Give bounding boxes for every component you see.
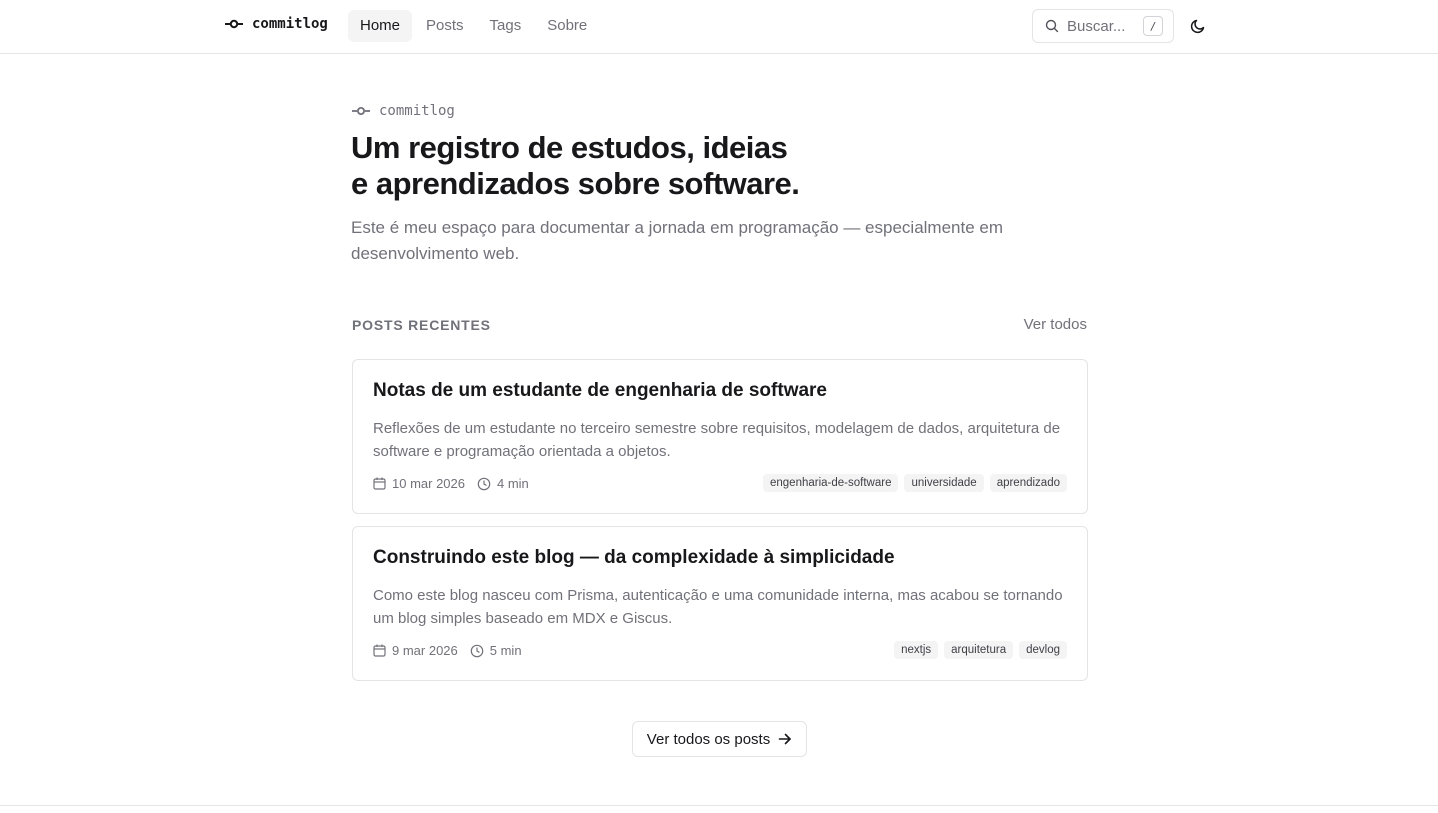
post-description: Como este blog nasceu com Prisma, autent… bbox=[373, 587, 1063, 627]
nav-sobre[interactable]: Sobre bbox=[535, 10, 599, 42]
post-date: 9 mar 2026 bbox=[373, 643, 458, 658]
post-read-time: 5 min bbox=[470, 643, 522, 658]
post-meta: 9 mar 2026 5 min bbox=[373, 643, 534, 658]
see-all-link[interactable]: Ver todos bbox=[1024, 316, 1087, 333]
hero-tag-label: commitlog bbox=[379, 103, 455, 119]
page-title-line-2: e aprendizados sobre software. bbox=[351, 166, 800, 201]
page-subtitle: Este é meu espaço para documentar a jorn… bbox=[351, 218, 1004, 263]
calendar-icon bbox=[373, 477, 386, 490]
post-description: Reflexões de um estudante no terceiro se… bbox=[373, 420, 1061, 460]
nav-home[interactable]: Home bbox=[348, 10, 413, 42]
search-shortcut-key: / bbox=[1143, 16, 1163, 36]
tag-chip[interactable]: engenharia-de-software bbox=[763, 474, 899, 492]
theme-toggle-button[interactable] bbox=[1186, 14, 1210, 38]
hero-tag: commitlog bbox=[352, 103, 455, 119]
moon-icon bbox=[1190, 19, 1205, 34]
brand-name: commitlog bbox=[252, 16, 328, 32]
git-commit-icon bbox=[352, 107, 370, 115]
post-tags: engenharia-de-software universidade apre… bbox=[763, 474, 1067, 492]
post-read-time-text: 5 min bbox=[489, 643, 522, 658]
post-tags: nextjs arquitetura devlog bbox=[894, 641, 1067, 659]
git-commit-icon bbox=[225, 19, 243, 29]
search-icon bbox=[1045, 19, 1059, 33]
tag-chip[interactable]: aprendizado bbox=[989, 474, 1067, 492]
main-nav: Home Posts Tags Sobre bbox=[348, 10, 601, 42]
section-label-recent-posts: POSTS RECENTES bbox=[352, 317, 491, 333]
arrow-right-icon bbox=[778, 733, 792, 745]
tag-chip[interactable]: devlog bbox=[1019, 641, 1067, 659]
post-title[interactable]: Construindo este blog — da complexidade … bbox=[373, 547, 895, 569]
brand-logo[interactable]: commitlog bbox=[225, 16, 328, 32]
nav-tags[interactable]: Tags bbox=[478, 10, 534, 42]
clock-icon bbox=[477, 477, 491, 490]
footer-divider bbox=[0, 805, 1438, 806]
search-placeholder: Buscar... bbox=[1067, 17, 1126, 35]
clock-icon bbox=[470, 644, 484, 657]
page-title: Um registro de estudos, ideias e aprendi… bbox=[351, 130, 1051, 202]
view-all-posts-label: Ver todos os posts bbox=[646, 730, 771, 748]
calendar-icon bbox=[373, 644, 386, 657]
top-navbar: commitlog Home Posts Tags Sobre Buscar..… bbox=[0, 0, 1438, 54]
nav-posts[interactable]: Posts bbox=[414, 10, 476, 42]
tag-chip[interactable]: universidade bbox=[904, 474, 984, 492]
page-title-line-1: Um registro de estudos, ideias bbox=[351, 130, 788, 165]
post-date-text: 10 mar 2026 bbox=[392, 476, 465, 491]
tag-chip[interactable]: nextjs bbox=[894, 641, 939, 659]
post-read-time-text: 4 min bbox=[497, 476, 529, 491]
search-button[interactable]: Buscar... / bbox=[1032, 9, 1174, 43]
post-card[interactable]: Notas de um estudante de engenharia de s… bbox=[352, 359, 1088, 514]
post-card[interactable]: Construindo este blog — da complexidade … bbox=[352, 526, 1088, 681]
post-date-text: 9 mar 2026 bbox=[392, 643, 458, 658]
post-read-time: 4 min bbox=[477, 476, 529, 491]
post-title[interactable]: Notas de um estudante de engenharia de s… bbox=[373, 380, 827, 402]
post-meta: 10 mar 2026 4 min bbox=[373, 476, 541, 491]
tag-chip[interactable]: arquitetura bbox=[944, 641, 1014, 659]
post-date: 10 mar 2026 bbox=[373, 476, 465, 491]
view-all-posts-button[interactable]: Ver todos os posts bbox=[632, 721, 807, 757]
